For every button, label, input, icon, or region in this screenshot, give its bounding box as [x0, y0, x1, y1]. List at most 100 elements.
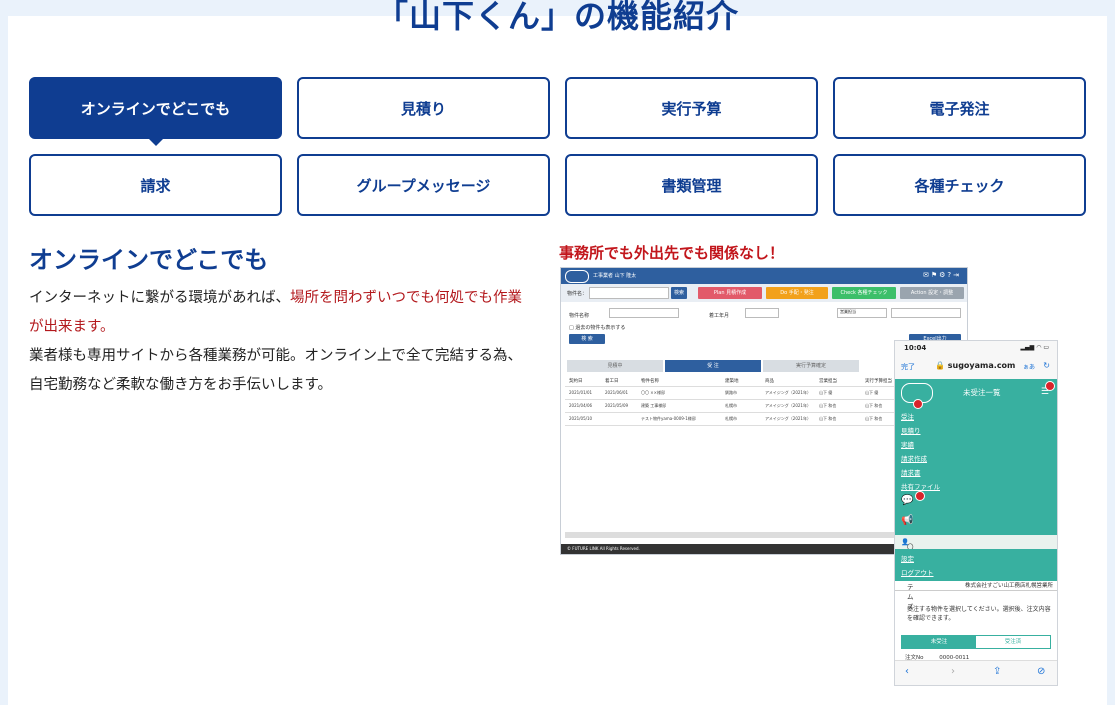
cell: 山下 和也: [819, 416, 837, 421]
col-sales: 営業担当: [819, 379, 837, 384]
phone-screenshot: 10:04 ▂▄▆ ◠ ▭ 完了 🔒 sugoyama.com ぁあ ↻ 未受注…: [894, 340, 1058, 686]
megaphone-icon[interactable]: 📢: [901, 515, 913, 526]
phone-menu-item-logout[interactable]: ログアウト: [901, 567, 934, 577]
cell: 札幌市: [725, 416, 737, 421]
check-button[interactable]: Check 各種チェック: [832, 287, 896, 299]
col-product: 商品: [765, 379, 774, 384]
app-logo-icon: [565, 270, 589, 283]
phone-menu-item-invoice-create[interactable]: 請求作成: [901, 453, 927, 463]
cell: 2021/05/09: [605, 403, 629, 408]
cell: 2021/06/01: [605, 390, 629, 395]
phone-host: sugoyama.com: [947, 361, 1016, 370]
field-label-start: 着工年月: [709, 313, 730, 319]
tab-online[interactable]: オンラインでどこでも: [29, 77, 282, 146]
toolbar-icons: ✉⚑⚙?⇥: [923, 271, 961, 279]
notification-badge: [915, 491, 925, 501]
step-budget[interactable]: 実行予算確定: [763, 360, 859, 372]
phone-menu-item-invoice[interactable]: 請求書: [901, 467, 921, 477]
col-contract-date: 契約日: [569, 379, 583, 384]
phone-side-menu: 未受注一覧 ☰ 受注 見積り 実績 請求作成 請求書 共有ファイル 💬 📢: [895, 379, 1057, 535]
cell: 山下 優: [819, 390, 833, 395]
screenshot-caption: 事務所でも外出先でも関係なし！: [559, 244, 785, 262]
phone-bottom-bar: ‹ › ⇪ ⊘: [895, 660, 1057, 685]
phone-url-bar: 完了 🔒 sugoyama.com ぁあ ↻: [895, 355, 1057, 380]
tab-group-message[interactable]: グループメッセージ: [297, 154, 550, 216]
notification-badge: [1045, 381, 1055, 391]
cell: 山下 和也: [819, 403, 837, 408]
segment-ordered[interactable]: 受注済: [976, 636, 1050, 648]
search-label: 物件名：: [567, 291, 588, 297]
cell: 山下 和也: [865, 416, 883, 421]
view-button[interactable]: 検 索: [569, 334, 605, 344]
segment-unordered[interactable]: 未受注: [902, 636, 976, 648]
field-select-extra[interactable]: [891, 308, 961, 318]
phone-status-bar: 10:04 ▂▄▆ ◠ ▭: [895, 341, 1057, 355]
phone-side-menu-bottom: 設定 ログアウト: [895, 549, 1057, 581]
cell: 2021/04/06: [569, 403, 593, 408]
phone-menu-item-settings[interactable]: 設定: [901, 553, 914, 563]
step-ordered[interactable]: 受 注: [665, 360, 761, 372]
desktop-toolbar: 物件名： 検索 Plan 見積作成 Do 手配・発注 Check 各種チェック …: [561, 284, 967, 302]
chat-icon[interactable]: 💬: [901, 495, 913, 506]
section-description: インターネットに繋がる環境があれば、場所を問わずいつでも何処でも作業が出来ます。…: [29, 284, 529, 400]
cell: 釧路市: [725, 390, 737, 395]
desktop-topbar: 工事業者 山下 隆太 ✉⚑⚙?⇥: [561, 268, 967, 284]
cell: 2021/05/10: [569, 416, 593, 421]
cell: 山下 和也: [865, 403, 883, 408]
phone-company-name: 株式会社すごい山工務店札幌営業所: [895, 581, 1057, 591]
tab-e-order[interactable]: 電子発注: [833, 77, 1086, 139]
field-input-start[interactable]: [745, 308, 779, 318]
col-location: 建築地: [725, 379, 739, 384]
cell: 札幌市: [725, 403, 737, 408]
reload-icon[interactable]: ↻: [1043, 361, 1050, 370]
phone-time: 10:04: [904, 344, 927, 352]
page-title: 「山下くん」の機能紹介: [375, 0, 739, 35]
compass-icon[interactable]: ⊘: [1037, 666, 1045, 677]
text-size-button[interactable]: ぁあ: [1023, 362, 1035, 371]
phone-instructions: 受注する物件を選択してください。選択後、注文内容を確認できます。: [907, 606, 1051, 622]
desktop-search-input[interactable]: [589, 287, 669, 299]
field-select-sales-label: 営業担当: [840, 309, 856, 314]
action-button[interactable]: Action 設定・調整: [900, 287, 964, 299]
phone-done-button[interactable]: 完了: [901, 362, 915, 372]
tab-documents[interactable]: 書類管理: [565, 154, 818, 216]
cell: 2021/01/01: [569, 390, 593, 395]
share-icon[interactable]: ⇪: [993, 666, 1001, 677]
phone-menu-item-order[interactable]: 受注: [901, 411, 914, 421]
cell: テスト物件yama-0009-1様邸: [641, 416, 696, 421]
phone-url[interactable]: 🔒 sugoyama.com: [935, 361, 1015, 370]
field-label-name: 物件名称: [569, 313, 590, 319]
back-icon[interactable]: ‹: [905, 666, 909, 677]
notification-badge: [913, 399, 923, 409]
past-checkbox[interactable]: □ 過去の物件も表示する: [569, 324, 625, 331]
description-text: インターネットに繋がる環境があれば、: [29, 290, 290, 306]
do-button[interactable]: Do 手配・発注: [766, 287, 828, 299]
tab-budget[interactable]: 実行予算: [565, 77, 818, 139]
cell: 〇〇 ××様邸: [641, 390, 665, 395]
desktop-search-button[interactable]: 検索: [671, 287, 687, 299]
cell: 建築 工事様邸: [641, 403, 667, 408]
field-select-sales[interactable]: 営業担当: [837, 308, 887, 318]
step-estimating[interactable]: 見積中: [567, 360, 663, 372]
plan-button[interactable]: Plan 見積作成: [698, 287, 762, 299]
cell: アメイジング（2021年）: [765, 403, 811, 408]
phone-menu-item-estimate[interactable]: 見積り: [901, 425, 921, 435]
forward-icon[interactable]: ›: [951, 666, 955, 677]
phone-menu-title: 未受注一覧: [963, 388, 1001, 397]
description-paragraph-1: インターネットに繋がる環境があれば、場所を問わずいつでも何処でも作業が出来ます。: [29, 284, 529, 342]
tab-billing[interactable]: 請求: [29, 154, 282, 216]
col-budget-owner: 実行予算担当: [865, 379, 892, 384]
cell: アメイジング（2021年）: [765, 416, 811, 421]
phone-system-row: 👤 〇〇システムズ: [895, 535, 1057, 611]
phone-menu-item-shared-files[interactable]: 共有ファイル: [901, 481, 940, 491]
cell: 山下 優: [865, 390, 879, 395]
tab-checks[interactable]: 各種チェック: [833, 154, 1086, 216]
tab-estimate[interactable]: 見積り: [297, 77, 550, 139]
description-paragraph-2: 業者様も専用サイトから各種業務が可能。オンライン上で全て完結する為、自宅勤務など…: [29, 348, 522, 393]
field-input-name[interactable]: [609, 308, 679, 318]
section-title: オンラインでどこでも: [29, 246, 269, 274]
phone-segment-control: 未受注 受注済: [901, 635, 1051, 649]
phone-menu-item-results[interactable]: 実績: [901, 439, 914, 449]
cell: アメイジング（2021年）: [765, 390, 811, 395]
signal-wifi-battery-icon: ▂▄▆ ◠ ▭: [1020, 344, 1049, 351]
